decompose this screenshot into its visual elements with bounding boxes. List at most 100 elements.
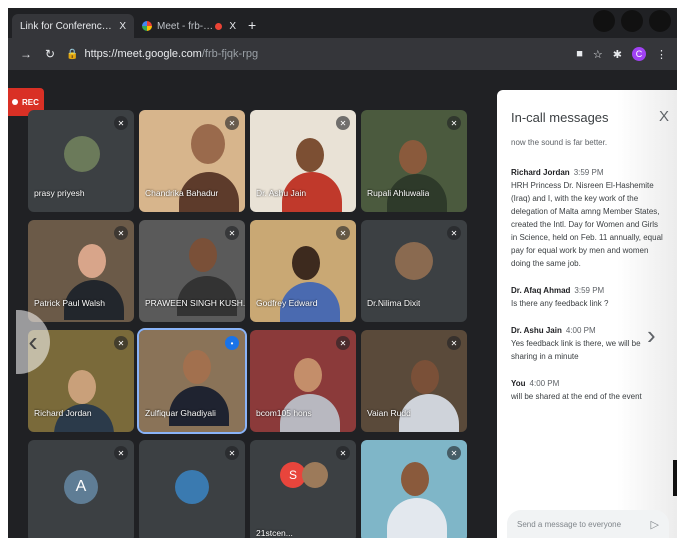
participant-video	[183, 350, 211, 384]
participant-tile[interactable]: ✕ Patrick Paul Walsh	[28, 220, 134, 322]
message-text: Is there any feedback link ?	[511, 299, 609, 308]
message-list: now the sound is far better. Richard Jor…	[511, 136, 663, 476]
mic-off-icon: ✕	[114, 446, 128, 460]
participant-video	[401, 462, 429, 496]
participant-tile[interactable]: ✕	[361, 440, 467, 538]
participant-tile[interactable]: ✕ bcom105 hons	[250, 330, 356, 432]
participant-video	[399, 140, 427, 174]
participant-tile[interactable]: ✕	[139, 440, 245, 538]
mic-off-icon: ✕	[225, 116, 239, 130]
participant-tile[interactable]: S ✕ 21stcen...	[250, 440, 356, 538]
url-host: https://meet.google.com	[84, 48, 202, 60]
message-sender: You	[511, 379, 526, 388]
message-sender: Richard Jordan	[511, 168, 570, 177]
participant-tile[interactable]: • Zulfiquar Ghadiyali	[137, 328, 247, 434]
mic-off-icon: ✕	[114, 226, 128, 240]
participant-tile[interactable]: ✕ Vaian Rudd	[361, 330, 467, 432]
close-window-button[interactable]	[649, 10, 671, 32]
participant-video	[78, 244, 106, 278]
message-time: 4:00 PM	[529, 379, 560, 388]
address-bar: → ↻ 🔒 https://meet.google.com/frb-fjqk-r…	[8, 38, 677, 70]
participant-video	[189, 238, 217, 272]
mic-off-icon: ✕	[447, 336, 461, 350]
url-field[interactable]: https://meet.google.com/frb-fjqk-rpg	[84, 48, 258, 60]
reload-icon[interactable]: ↻	[42, 47, 58, 61]
mic-off-icon: ✕	[336, 226, 350, 240]
meet-favicon-icon	[142, 21, 152, 31]
participant-video	[177, 276, 237, 316]
mic-off-icon: ✕	[336, 446, 350, 460]
participant-name: Richard Jordan	[34, 408, 92, 418]
mic-off-icon: ✕	[225, 226, 239, 240]
participant-name: Dr.Nilima Dixit	[367, 298, 421, 308]
tab-meet[interactable]: Meet - frb-fjqk-rpg X	[134, 14, 244, 38]
chat-message: Dr. Afaq Ahmad 3:59 PM Is there any feedb…	[511, 284, 663, 310]
participant-video	[296, 138, 324, 172]
message-text: Yes feedback link is there, we will be s…	[511, 339, 641, 361]
participant-name: Dr. Ashu Jain	[256, 188, 307, 198]
mic-off-icon: ✕	[447, 226, 461, 240]
meet-stage: REC ✕ prasy priyesh ✕ Chandrika Bahadur …	[8, 70, 677, 538]
maximize-button[interactable]	[621, 10, 643, 32]
mic-off-icon: ✕	[114, 116, 128, 130]
participant-photo	[175, 470, 209, 504]
participant-tile[interactable]: ✕ PRAWEEN SINGH KUSH...	[139, 220, 245, 322]
tab-label: Link for Conference - chitransh	[20, 20, 115, 32]
lock-icon[interactable]: 🔒	[66, 49, 78, 60]
mic-off-icon: ✕	[447, 116, 461, 130]
url-path: /frb-fjqk-rpg	[201, 48, 259, 60]
close-tab-icon[interactable]: X	[119, 21, 126, 32]
camera-icon[interactable]: ■	[576, 48, 583, 60]
minimize-button[interactable]	[593, 10, 615, 32]
participant-photo	[395, 242, 433, 280]
new-tab-button[interactable]: +	[248, 17, 256, 33]
chat-scrollbar[interactable]	[673, 460, 677, 496]
participant-tile[interactable]: ✕ Dr.Nilima Dixit	[361, 220, 467, 322]
menu-icon[interactable]: ⋮	[656, 48, 667, 61]
participant-tile[interactable]: A ✕	[28, 440, 134, 538]
participant-tile[interactable]: ✕ Godfrey Edward	[250, 220, 356, 322]
extensions-icon[interactable]: ✱	[613, 48, 622, 61]
next-page-button[interactable]: ›	[647, 320, 656, 351]
chat-message: You 4:00 PM will be shared at the end of …	[511, 377, 663, 403]
participant-tile[interactable]: ✕ Rupali Ahluwalia	[361, 110, 467, 212]
tab-conference-link[interactable]: Link for Conference - chitransh X	[12, 14, 134, 38]
mic-off-icon: ✕	[225, 446, 239, 460]
participant-tile[interactable]: ✕ prasy priyesh	[28, 110, 134, 212]
participant-name: bcom105 hons	[256, 408, 312, 418]
chat-panel-title: In-call messages	[511, 110, 609, 125]
participant-name: Chandrika Bahadur	[145, 188, 219, 198]
participant-tile[interactable]: ✕ Dr. Ashu Jain	[250, 110, 356, 212]
chat-message-input[interactable]: Send a message to everyone ▷	[507, 510, 669, 538]
mic-off-icon: ✕	[336, 336, 350, 350]
participant-name: Godfrey Edward	[256, 298, 318, 308]
participant-video	[292, 246, 320, 280]
participant-video	[169, 386, 229, 426]
message-time: 4:00 PM	[565, 326, 596, 335]
participant-name: PRAWEEN SINGH KUSH...	[145, 298, 245, 308]
window-controls	[593, 8, 677, 34]
speaking-indicator-icon: •	[225, 336, 239, 350]
close-chat-button[interactable]: X	[659, 108, 669, 125]
chat-message: Dr. Ashu Jain 4:00 PM Yes feedback link i…	[511, 324, 663, 363]
participant-photo	[64, 136, 100, 172]
close-tab-icon[interactable]: X	[229, 21, 236, 32]
send-icon[interactable]: ▷	[651, 518, 659, 531]
message-text: will be shared at the end of the event	[511, 392, 642, 401]
star-icon[interactable]: ☆	[593, 48, 603, 61]
participant-name: 21stcen...	[256, 528, 293, 538]
participant-photo	[302, 462, 328, 488]
participant-name: Vaian Rudd	[367, 408, 411, 418]
participant-video	[411, 360, 439, 394]
input-placeholder: Send a message to everyone	[517, 519, 622, 529]
browser-window: Link for Conference - chitransh X Meet -…	[8, 8, 677, 538]
truncated-message: now the sound is far better.	[511, 138, 608, 147]
tab-bar: Link for Conference - chitransh X Meet -…	[8, 8, 677, 38]
participant-video	[294, 358, 322, 392]
chat-message: Richard Jordan 3:59 PM HRH Princess Dr. N…	[511, 166, 663, 270]
participant-tile[interactable]: ✕ Chandrika Bahadur	[139, 110, 245, 212]
back-arrow-icon[interactable]: →	[18, 47, 34, 61]
profile-avatar[interactable]: C	[632, 47, 646, 61]
mic-off-icon: ✕	[447, 446, 461, 460]
message-text: HRH Princess Dr. Nisreen El-Hashemite (I…	[511, 181, 663, 268]
